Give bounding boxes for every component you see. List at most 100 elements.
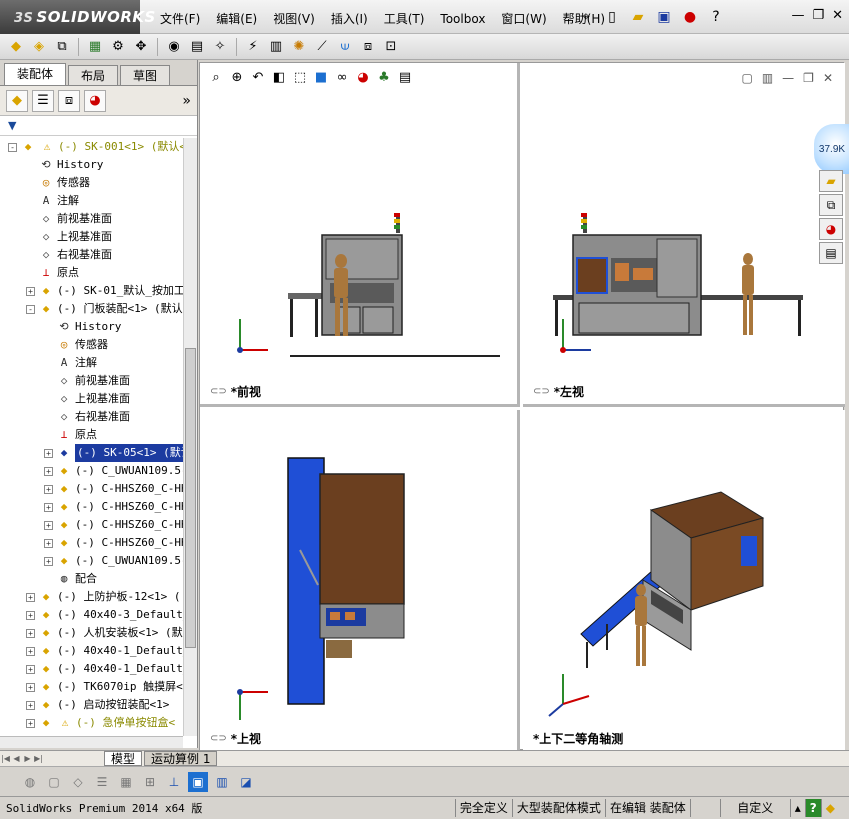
shaded-icon[interactable]: ◍ — [20, 772, 40, 792]
tree-node[interactable]: ⊥ 原点 — [0, 426, 183, 444]
viewport-left[interactable]: ⊂⊃ *左视 — [523, 63, 845, 407]
instant3d-icon[interactable]: ⊡ — [381, 37, 401, 57]
restore-icon[interactable]: ❐ — [812, 8, 824, 23]
rebuild-icon[interactable]: ● — [679, 6, 701, 28]
expand-toggle-icon[interactable]: + — [44, 538, 53, 548]
zoom-to-area-icon[interactable]: ⊕ — [229, 69, 245, 85]
menu-file[interactable]: 文件(F) — [152, 10, 208, 28]
expand-toggle-icon[interactable]: - — [8, 142, 17, 152]
link-views-icon[interactable]: ⊂⊃ — [210, 733, 227, 744]
render-icon[interactable]: ◪ — [236, 772, 256, 792]
tab-motion-study[interactable]: 运动算例 1 — [144, 751, 218, 766]
single-view-icon[interactable]: ▢ — [741, 71, 752, 85]
tree-node[interactable]: ⟲ History — [0, 318, 183, 336]
expand-toggle-icon[interactable]: + — [26, 286, 35, 296]
minimize-icon[interactable]: — — [791, 8, 804, 23]
tree-node[interactable]: ◇ 右视基准面 — [0, 246, 183, 264]
pin-icon[interactable]: ⌖ — [575, 6, 597, 28]
link-views-icon[interactable]: ⊂⊃ — [533, 386, 550, 397]
save-icon[interactable]: ▣ — [653, 6, 675, 28]
configuration-manager-icon[interactable]: ⧈ — [58, 89, 80, 112]
file-explorer-icon[interactable]: ▰ — [819, 170, 843, 192]
units-dropdown-icon[interactable]: ▴ — [789, 799, 805, 817]
tab-model[interactable]: 模型 — [104, 751, 143, 766]
graphics-area[interactable]: ⌕ ⊕ ↶ ◧ ⬚ ■ ∞ ◕ ♣ ▤ ▢ ▥ — ❐ ✕ ⊂⊃ *前视 ⊂⊃ … — [199, 62, 845, 751]
tree-node[interactable]: + ◆ (-) C-HHSZ60_C-HH — [0, 498, 183, 516]
tree-node[interactable]: ◇ 前视基准面 — [0, 372, 183, 390]
menu-toolbox[interactable]: Toolbox — [432, 10, 493, 28]
tree-node[interactable]: + ◆ (-) C_UWUAN109.5- — [0, 462, 183, 480]
section-view-icon[interactable]: ◧ — [271, 69, 287, 85]
new-motion-study-icon[interactable]: ⚡ — [243, 37, 263, 57]
filter-icon[interactable]: ▼ — [8, 119, 16, 132]
mate-icon[interactable]: ⧉ — [52, 37, 72, 57]
expand-toggle-icon[interactable]: - — [26, 304, 35, 314]
custom-properties-icon[interactable]: ▤ — [819, 242, 843, 264]
expand-toggle-icon[interactable]: + — [26, 646, 35, 656]
assembly-features-icon[interactable]: ▤ — [187, 37, 207, 57]
scroll-thumb[interactable] — [185, 348, 196, 648]
display-manager-icon[interactable]: ◕ — [84, 89, 106, 112]
expand-toggle-icon[interactable]: + — [26, 718, 35, 728]
next-tab-icon[interactable]: ▶ — [22, 753, 33, 765]
expand-toggle-icon[interactable]: + — [44, 556, 53, 566]
tree-horizontal-scrollbar[interactable] — [0, 736, 183, 748]
menu-insert[interactable]: 插入(I) — [323, 10, 376, 28]
filter-bar[interactable]: ▼ — [0, 116, 197, 136]
expand-toggle-icon[interactable]: + — [26, 664, 35, 674]
tree-node[interactable]: + ◆ (-) 40x40-1_Default_ — [0, 660, 183, 678]
explode-line-icon[interactable]: ⟋ — [312, 37, 332, 57]
cube-view-icon[interactable]: ▣ — [188, 771, 208, 792]
edit-appearance-icon[interactable]: ◕ — [355, 69, 371, 85]
split-icon[interactable]: ⊞ — [140, 772, 160, 792]
tree-node[interactable]: ◍ 配合 — [0, 570, 183, 588]
bill-of-materials-icon[interactable]: ▥ — [266, 37, 286, 57]
tree-node[interactable]: - ◆ (-) 门板装配<1> (默认 — [0, 300, 183, 318]
view-palette-icon[interactable]: ⧉ — [819, 194, 843, 216]
help-status-icon[interactable]: ? — [804, 799, 821, 817]
exploded-view-icon[interactable]: ✺ — [289, 37, 309, 57]
tree-node[interactable]: + ◆ (-) SK-05<1> (默认 — [0, 444, 183, 462]
axis-icon[interactable]: ⊥ — [164, 772, 184, 792]
hidden-lines-icon[interactable]: ◇ — [68, 772, 88, 792]
help-button[interactable]: ? — [705, 6, 727, 28]
view-settings-icon[interactable]: ▤ — [397, 69, 413, 85]
expand-toggle-icon[interactable]: + — [44, 484, 53, 494]
hide-show-items-icon[interactable]: ∞ — [334, 69, 350, 85]
tree-node[interactable]: + ◆ (-) C-HHSZ60_C-HH — [0, 534, 183, 552]
clearance-icon[interactable]: ⧈ — [358, 37, 378, 57]
tab-layout[interactable]: 布局 — [68, 65, 119, 85]
appearances-icon[interactable]: ◕ — [819, 218, 843, 240]
close-view-icon[interactable]: ✕ — [823, 71, 833, 85]
previous-view-icon[interactable]: ↶ — [250, 69, 266, 85]
menu-view[interactable]: 视图(V) — [265, 10, 323, 28]
show-hidden-icon[interactable]: ◉ — [164, 37, 184, 57]
two-view-icon[interactable]: ▥ — [762, 71, 773, 85]
prev-tab-icon[interactable]: ◀ — [11, 753, 22, 765]
units-selector[interactable]: 自定义 — [719, 799, 790, 817]
table-icon[interactable]: ▥ — [212, 772, 232, 792]
tab-assembly[interactable]: 装配体 — [4, 63, 67, 85]
menu-window[interactable]: 窗口(W) — [493, 10, 554, 28]
property-manager-icon[interactable]: ☰ — [32, 89, 54, 112]
tree-node[interactable]: + ◆ (-) 40x40-1_Default_ — [0, 642, 183, 660]
tree-node[interactable]: + ◆ (-) C-HHSZ60_C-HH — [0, 480, 183, 498]
tree-node[interactable]: + ◆ (-) TK6070ip 触摸屏< — [0, 678, 183, 696]
expand-toggle-icon[interactable]: + — [26, 682, 35, 692]
tab-sketch[interactable]: 草图 — [120, 65, 171, 85]
expand-toggle-icon[interactable]: + — [44, 448, 53, 458]
close-icon[interactable]: ✕ — [832, 8, 843, 23]
zoom-to-fit-icon[interactable]: ⌕ — [208, 69, 224, 85]
viewport-front[interactable]: ⊂⊃ *前视 — [200, 63, 520, 407]
tree-node[interactable]: ◇ 上视基准面 — [0, 228, 183, 246]
expand-toggle-icon[interactable]: + — [44, 466, 53, 476]
tree-node[interactable]: - ◆ ⚠ (-) SK-001<1> (默认< — [0, 138, 183, 156]
minimize-view-icon[interactable]: — — [782, 71, 794, 85]
expand-toggle-icon[interactable]: + — [26, 628, 35, 638]
last-tab-icon[interactable]: ▶| — [33, 753, 44, 765]
tree-node[interactable]: ◇ 上视基准面 — [0, 390, 183, 408]
expand-toggle-icon[interactable]: + — [26, 700, 35, 710]
new-document-icon[interactable]: ▯ — [601, 6, 623, 28]
expand-panel-icon[interactable]: » — [182, 93, 191, 109]
menu-tools[interactable]: 工具(T) — [376, 10, 433, 28]
